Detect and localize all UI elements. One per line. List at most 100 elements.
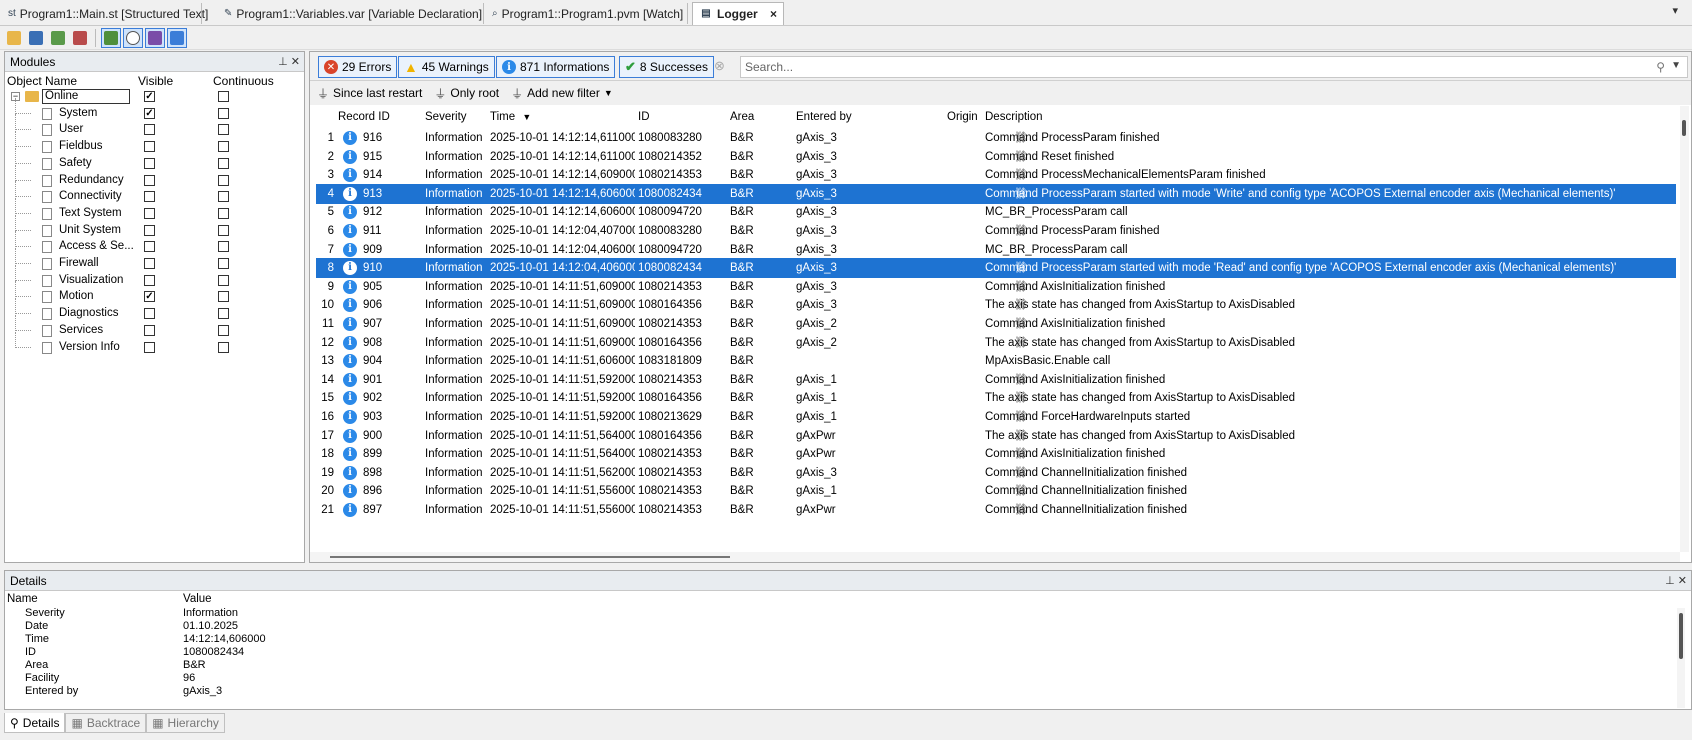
tab-hierarchy[interactable]: ▦ Hierarchy [146,713,225,733]
table-row[interactable]: 17 i 900 Information 2025-10-01 14:11:51,564… [316,426,1676,446]
tree-root-online[interactable]: − Online ✓ [5,89,304,107]
table-row[interactable]: 6 i 911 Information 2025-10-01 14:12:04,4070… [316,221,1676,241]
visible-checkbox[interactable] [144,191,155,203]
continuous-checkbox[interactable] [218,258,229,269]
logger-vertical-scrollbar[interactable] [1680,106,1689,552]
tree-item-redundancy[interactable]: Redundancy [5,164,304,191]
visible-checkbox[interactable] [144,308,155,320]
visible-checkbox[interactable] [144,274,155,286]
table-row[interactable]: 16 i 903 Information 2025-10-01 14:11:51,592… [316,407,1676,427]
column-object-name[interactable]: Object Name [7,74,77,88]
continuous-checkbox[interactable] [218,207,229,219]
origin-link-icon[interactable]: ⛓ [1014,333,1028,353]
clear-button[interactable] [70,28,90,48]
tree-item-unit-system[interactable]: Unit System [5,214,304,241]
column-description[interactable]: Description [985,106,1043,128]
visible-checkbox[interactable] [144,141,155,153]
visible-checkbox[interactable]: ✓ [144,107,155,119]
table-row[interactable]: 12 i 908 Information 2025-10-01 14:11:51,609… [316,333,1676,353]
origin-link-icon[interactable]: ⛓ [1014,426,1028,446]
tree-item-version-info[interactable]: Version Info [5,331,304,358]
tree-item-firewall[interactable]: Firewall [5,248,304,274]
since-last-restart-button[interactable]: ⏚ Since last restart [317,85,422,102]
clear-filter-icon[interactable]: ⊗ [714,58,725,74]
origin-link-icon[interactable]: ⛓ [1014,444,1028,464]
origin-link-icon[interactable]: ⛓ [1014,463,1028,483]
continuous-checkbox[interactable] [218,191,229,203]
errors-filter-button[interactable]: ✕ 29 Errors [318,56,398,78]
continuous-checkbox[interactable] [218,324,229,336]
column-id[interactable]: ID [638,106,650,128]
add-new-filter-button[interactable]: ⏚ Add new filter ▼ [511,85,613,102]
visible-checkbox[interactable]: ✓ [144,91,155,102]
column-entered-by[interactable]: Entered by [796,106,852,128]
tree-item-visualization[interactable]: Visualization [5,264,304,291]
table-row[interactable]: 14 i 901 Information 2025-10-01 14:11:51,592… [316,370,1676,390]
scroll-thumb[interactable] [330,556,730,558]
tab-logger[interactable]: ▤ Logger × [692,2,784,25]
informations-filter-button[interactable]: i 871 Informations [496,56,616,78]
details-scrollbar[interactable] [1677,608,1685,708]
column-time[interactable]: Time ▼ [490,106,531,128]
tab-main-st[interactable]: st Program1::Main.st [Structured Text] [2,3,208,24]
visible-checkbox[interactable] [144,224,155,236]
visible-checkbox[interactable] [144,241,155,253]
origin-link-icon[interactable]: ⛓ [1014,165,1028,185]
tab-details[interactable]: ⚲ Details [4,713,66,733]
visible-checkbox[interactable] [144,157,155,169]
pin-close-icons[interactable]: ⊥ ✕ [1665,574,1687,587]
table-row[interactable]: 8 i 910 Information 2025-10-01 14:12:04,4060… [316,258,1676,279]
hierarchy-toggle-button[interactable] [167,27,187,48]
table-row[interactable]: 18 i 899 Information 2025-10-01 14:11:51,564… [316,444,1676,464]
table-row[interactable]: 19 i 898 Information 2025-10-01 14:11:51,562… [316,463,1676,483]
tree-item-diagnostics[interactable]: Diagnostics [5,298,304,324]
continuous-checkbox[interactable] [218,274,229,286]
table-row[interactable]: 21 i 897 Information 2025-10-01 14:11:51,556… [316,500,1676,520]
table-row[interactable]: 5 i 912 Information 2025-10-01 14:12:14,6060… [316,202,1676,222]
table-row[interactable]: 15 i 902 Information 2025-10-01 14:11:51,592… [316,388,1676,408]
search-icon[interactable]: ⚲ [1656,60,1665,74]
origin-link-icon[interactable]: ⛓ [1014,295,1028,315]
continuous-checkbox[interactable] [218,224,229,236]
visible-checkbox[interactable] [144,324,155,336]
origin-link-icon[interactable]: ⛓ [1014,258,1028,278]
table-row[interactable]: 9 i 905 Information 2025-10-01 14:11:51,6090… [316,277,1676,297]
tree-item-system[interactable]: System ✓ [5,97,304,124]
search-input[interactable]: Search... ⚲ ▼ [740,56,1688,78]
table-row[interactable]: 4 i 913 Information 2025-10-01 14:12:14,6060… [316,183,1676,204]
column-continuous[interactable]: Continuous [213,74,274,88]
origin-link-icon[interactable]: ⛓ [1014,370,1028,390]
continuous-checkbox[interactable] [218,124,229,136]
tab-list-dropdown[interactable]: ▾ [1672,4,1678,17]
origin-link-icon[interactable]: ⛓ [1014,147,1028,167]
table-row[interactable]: 13 i 904 Information 2025-10-01 14:11:51,606… [316,351,1676,371]
successes-filter-button[interactable]: ✔ 8 Successes [619,56,714,78]
column-origin[interactable]: Origin [947,106,978,128]
tree-item-safety[interactable]: Safety [5,147,304,174]
continuous-checkbox[interactable] [218,291,229,303]
continuous-checkbox[interactable] [218,107,229,119]
tree-item-access-se-[interactable]: Access & Se... [5,231,304,257]
tree-item-text-system[interactable]: Text System [5,197,304,224]
search-dropdown-icon[interactable]: ▼ [1671,60,1681,71]
tab-program-pvm[interactable]: ⌕ Program1::Program1.pvm [Watch] [486,3,688,24]
logger-horizontal-scrollbar[interactable] [310,552,1680,562]
search-toggle-button[interactable] [123,27,143,48]
visible-checkbox[interactable] [144,207,155,219]
origin-link-icon[interactable]: ⛓ [1014,500,1028,520]
tree-item-motion[interactable]: Motion ✓ [5,281,304,307]
visible-checkbox[interactable] [144,341,155,353]
continuous-checkbox[interactable] [218,341,229,353]
continuous-checkbox[interactable] [218,91,229,102]
filter-toggle-button[interactable] [145,27,165,48]
column-record-id[interactable]: Record ID [338,106,390,128]
visible-checkbox[interactable] [144,174,155,186]
column-area[interactable]: Area [730,106,754,128]
continuous-checkbox[interactable] [218,157,229,169]
visible-checkbox[interactable] [144,258,155,269]
column-severity[interactable]: Severity [425,106,467,128]
modules-toggle-button[interactable] [101,27,121,48]
tab-backtrace[interactable]: ▦ Backtrace [65,713,147,733]
continuous-checkbox[interactable] [218,174,229,186]
table-row[interactable]: 20 i 896 Information 2025-10-01 14:11:51,556… [316,481,1676,501]
